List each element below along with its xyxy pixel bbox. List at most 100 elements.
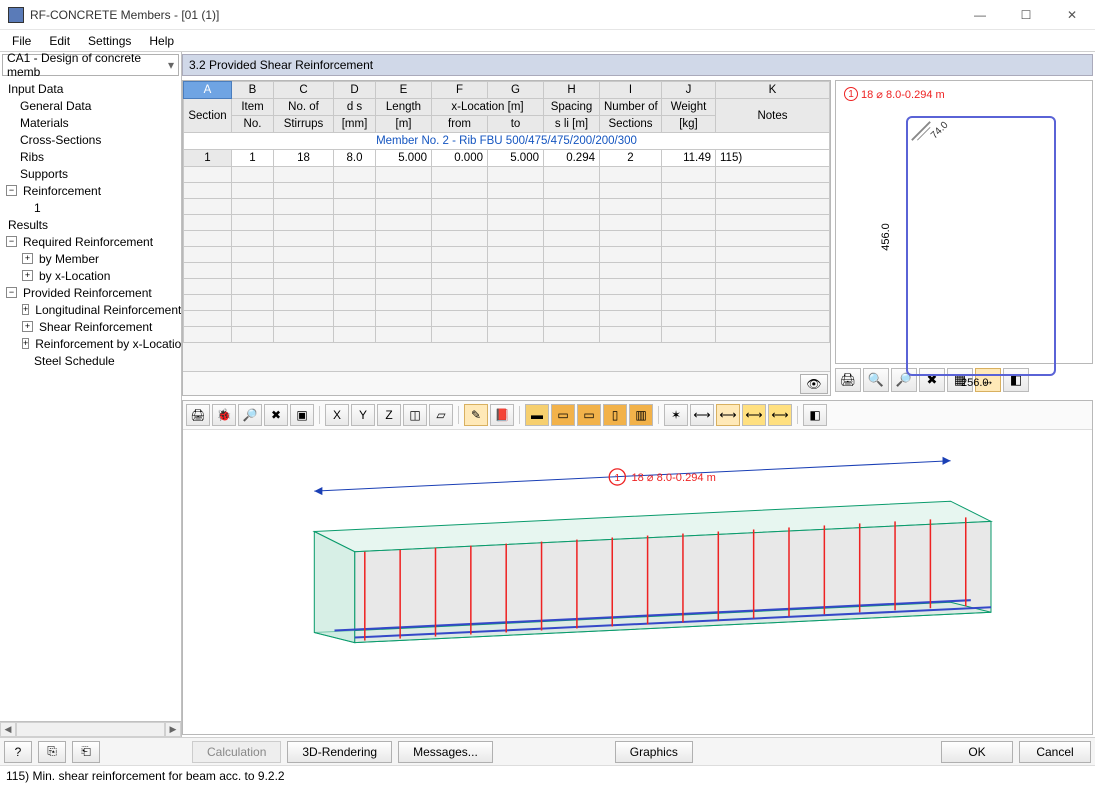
view1-icon[interactable]: ▭ — [551, 404, 575, 426]
render-view[interactable]: 1 18 ⌀ 8.0-0.294 m — [183, 430, 1092, 734]
minimize-button[interactable]: — — [957, 0, 1003, 30]
view-toggle-button[interactable]: 👁 — [800, 374, 828, 394]
menu-file[interactable]: File — [4, 32, 39, 50]
cs-width-dim: 256.0 — [961, 377, 989, 389]
reset-icon[interactable]: ✖ — [264, 404, 288, 426]
find-icon[interactable]: 🐞 — [212, 404, 236, 426]
col-K[interactable]: K — [716, 82, 830, 99]
nav-hscroll[interactable]: ◀▶ — [0, 721, 181, 737]
table-row[interactable]: 1 1 18 8.0 5.000 0.000 5.000 0.294 2 11.… — [184, 150, 830, 167]
svg-text:18 ⌀ 8.0-0.294 m: 18 ⌀ 8.0-0.294 m — [631, 472, 716, 484]
nav-results[interactable]: Results — [0, 216, 181, 233]
export-button[interactable]: ⎘ — [38, 741, 66, 763]
col-A[interactable]: A — [184, 82, 232, 99]
menu-edit[interactable]: Edit — [41, 32, 78, 50]
messages-button[interactable]: Messages... — [398, 741, 493, 763]
graphics-button[interactable]: Graphics — [615, 741, 693, 763]
3d-rendering-button[interactable]: 3D-Rendering — [287, 741, 392, 763]
col-G[interactable]: G — [488, 82, 544, 99]
view2-icon[interactable]: ▭ — [577, 404, 601, 426]
bottom-bar: ? ⎘ ⎗ Calculation 3D-Rendering Messages.… — [0, 737, 1095, 765]
head-section: Section — [184, 99, 232, 133]
render-toolbar: 🖨 🐞 🔎 ✖ ▣ X Y Z ◫ ▱ ✎ 📕 ▬ ▭ ▭ ▯ ▥ — [183, 401, 1092, 430]
nav-supports[interactable]: Supports — [0, 165, 181, 182]
cs-label: 1 18 ⌀ 8.0-0.294 m — [844, 87, 945, 101]
zoom-icon[interactable]: 🔎 — [238, 404, 262, 426]
view-z-icon[interactable]: Z — [377, 404, 401, 426]
calculation-button[interactable]: Calculation — [192, 741, 281, 763]
render-panel: 🖨 🐞 🔎 ✖ ▣ X Y Z ◫ ▱ ✎ 📕 ▬ ▭ ▭ ▯ ▥ — [182, 400, 1093, 735]
print-icon[interactable]: 🖨 — [835, 368, 861, 392]
dim2-icon[interactable]: ⟷ — [716, 404, 740, 426]
view-y-icon[interactable]: Y — [351, 404, 375, 426]
menu-help[interactable]: Help — [141, 32, 182, 50]
head-xloc: x-Location [m] — [432, 99, 544, 116]
col-D[interactable]: D — [334, 82, 376, 99]
svg-text:1: 1 — [614, 473, 620, 484]
col-J[interactable]: J — [662, 82, 716, 99]
maximize-button[interactable]: ☐ — [1003, 0, 1049, 30]
nav-tree[interactable]: Input Data General Data Materials Cross-… — [0, 78, 181, 721]
section-title: 3.2 Provided Shear Reinforcement — [182, 54, 1093, 76]
nav-steel-schedule[interactable]: Steel Schedule — [0, 352, 181, 369]
nav-reinforcement[interactable]: −Reinforcement — [0, 182, 181, 199]
cancel-button[interactable]: Cancel — [1019, 741, 1091, 763]
dim4-icon[interactable]: ⟷ — [768, 404, 792, 426]
view3-icon[interactable]: ▯ — [603, 404, 627, 426]
head-ds: d s — [334, 99, 376, 116]
view-x-icon[interactable]: X — [325, 404, 349, 426]
case-dropdown-label: CA1 - Design of concrete memb — [7, 51, 174, 79]
status-bar: 115) Min. shear reinforcement for beam a… — [0, 765, 1095, 785]
nav-by-member[interactable]: +by Member — [0, 250, 181, 267]
head-spacing: Spacing — [544, 99, 600, 116]
nav-input-data[interactable]: Input Data — [0, 80, 181, 97]
menu-settings[interactable]: Settings — [80, 32, 139, 50]
nav-provided-reinf[interactable]: −Provided Reinforcement — [0, 284, 181, 301]
col-I[interactable]: I — [600, 82, 662, 99]
dim1-icon[interactable]: ⟷ — [690, 404, 714, 426]
nav-materials[interactable]: Materials — [0, 114, 181, 131]
head-item: Item — [232, 99, 274, 116]
nav-by-xloc[interactable]: +by x-Location — [0, 267, 181, 284]
iso-icon[interactable]: ◫ — [403, 404, 427, 426]
case-dropdown[interactable]: CA1 - Design of concrete memb — [2, 54, 179, 76]
head-noof: No. of — [274, 99, 334, 116]
print-icon[interactable]: 🖨 — [186, 404, 210, 426]
dim3-icon[interactable]: ⟷ — [742, 404, 766, 426]
close-button[interactable]: ✕ — [1049, 0, 1095, 30]
render-mode-icon[interactable]: ◧ — [803, 404, 827, 426]
nav-reinf-by-xloc[interactable]: +Reinforcement by x-Location — [0, 335, 181, 352]
book-icon[interactable]: 📕 — [490, 404, 514, 426]
nav-cross-sections[interactable]: Cross-Sections — [0, 131, 181, 148]
menu-bar: File Edit Settings Help — [0, 30, 1095, 52]
col-C[interactable]: C — [274, 82, 334, 99]
help-button[interactable]: ? — [4, 741, 32, 763]
nav-reinforcement-1[interactable]: 1 — [0, 199, 181, 216]
nav-shear-reinf[interactable]: +Shear Reinforcement — [0, 318, 181, 335]
cross-section-view[interactable]: 1 18 ⌀ 8.0-0.294 m 74.0 456.0 256.0 — [835, 80, 1093, 364]
head-notes: Notes — [716, 99, 830, 133]
nav-ribs[interactable]: Ribs — [0, 148, 181, 165]
app-icon — [8, 7, 24, 23]
col-B[interactable]: B — [232, 82, 274, 99]
section-icon[interactable]: ▬ — [525, 404, 549, 426]
nav-general-data[interactable]: General Data — [0, 97, 181, 114]
col-E[interactable]: E — [376, 82, 432, 99]
find-icon[interactable]: 🔍 — [863, 368, 889, 392]
cs-height-dim: 456.0 — [880, 223, 892, 251]
nav-long-reinf[interactable]: +Longitudinal Reinforcement — [0, 301, 181, 318]
pen-icon[interactable]: ✎ — [464, 404, 488, 426]
persp-icon[interactable]: ▱ — [429, 404, 453, 426]
ok-button[interactable]: OK — [941, 741, 1013, 763]
member-group-row[interactable]: Member No. 2 - Rib FBU 500/475/475/200/2… — [184, 133, 830, 150]
col-F[interactable]: F — [432, 82, 488, 99]
titlebar: RF-CONCRETE Members - [01 (1)] — ☐ ✕ — [0, 0, 1095, 30]
axes-icon[interactable]: ✶ — [664, 404, 688, 426]
view4-icon[interactable]: ▥ — [629, 404, 653, 426]
shear-table: A B C D E F G H I J K — [182, 80, 831, 396]
import-button[interactable]: ⎗ — [72, 741, 100, 763]
col-H[interactable]: H — [544, 82, 600, 99]
select-icon[interactable]: ▣ — [290, 404, 314, 426]
head-numsec: Number of — [600, 99, 662, 116]
nav-required-reinf[interactable]: −Required Reinforcement — [0, 233, 181, 250]
